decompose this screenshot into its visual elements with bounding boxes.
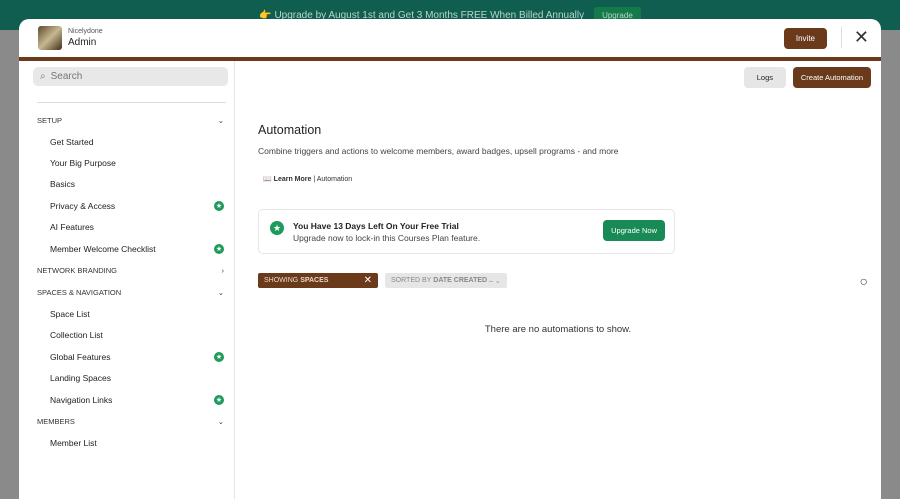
chevron-down-icon: ⌄ (217, 287, 224, 297)
clear-filter-icon[interactable]: ✕ (364, 275, 372, 286)
search-icon: ⌕ (40, 71, 46, 82)
close-icon[interactable]: ✕ (840, 27, 869, 48)
sidebar-item[interactable]: Space List (19, 303, 234, 324)
admin-modal: Nicelydone Admin Invite ✕ ⌕ Search SETUP ⌄… (19, 19, 881, 499)
section-spaces-navigation[interactable]: SPACES & NAVIGATION ⌄ (19, 281, 234, 303)
chevron-down-icon: ⌄ (494, 277, 501, 285)
chevron-right-icon: › (221, 265, 225, 275)
sidebar-item[interactable]: Global Features ★ (19, 346, 234, 367)
sidebar-item[interactable]: AI Features (19, 217, 234, 238)
chevron-down-icon: ⌄ (217, 416, 224, 426)
trial-card: ★ You Have 13 Days Left On Your Free Tri… (258, 209, 675, 254)
sort-dropdown[interactable]: SORTED BY DATE CREATED .. ⌄ (385, 273, 507, 288)
trial-title: You Have 13 Days Left On Your Free Trial (293, 221, 459, 231)
filter-chip[interactable]: SHOWING SPACES ✕ (258, 273, 378, 288)
trial-subtitle: Upgrade now to lock-in this Courses Plan… (293, 233, 481, 243)
star-icon: ★ (214, 394, 224, 405)
invite-button[interactable]: Invite (783, 28, 827, 49)
sidebar-item[interactable]: Get Started (19, 131, 234, 152)
section-network-branding[interactable]: NETWORK BRANDING › (19, 259, 234, 281)
search-input[interactable]: ⌕ Search (33, 67, 228, 86)
sidebar-item[interactable]: Basics (19, 174, 234, 195)
star-icon: ★ (270, 221, 284, 235)
logs-button[interactable]: Logs (743, 67, 786, 88)
star-icon: ★ (214, 200, 224, 211)
star-icon: ★ (214, 351, 224, 362)
book-icon: 📖 (263, 176, 272, 183)
create-automation-button[interactable]: Create Automation (792, 67, 871, 88)
main-content: Logs Create Automation Automation Combin… (235, 61, 881, 499)
sidebar-item[interactable]: Collection List (19, 325, 234, 346)
section-members[interactable]: MEMBERS ⌄ (19, 410, 234, 432)
sidebar-item[interactable]: Privacy & Access ★ (19, 195, 234, 216)
sidebar: ⌕ Search SETUP ⌄ Get Started Your Big Purpos… (19, 61, 235, 499)
network-logo (38, 26, 62, 50)
upgrade-now-button[interactable]: Upgrade Now (603, 220, 665, 241)
sidebar-item[interactable]: Navigation Links ★ (19, 389, 234, 410)
sidebar-item[interactable]: Landing Spaces (19, 368, 234, 389)
network-name: Nicelydone (68, 28, 103, 35)
empty-state: There are no automations to show. (484, 324, 632, 335)
sidebar-item[interactable]: Your Big Purpose (19, 152, 234, 173)
modal-title: Admin (68, 37, 97, 48)
modal-header: Nicelydone Admin Invite ✕ (19, 19, 881, 57)
sidebar-item[interactable]: Member Welcome Checklist ★ (19, 238, 234, 259)
learn-more-link[interactable]: 📖 Learn More | Automation (263, 175, 352, 183)
divider (37, 102, 226, 103)
page-title: Automation (258, 123, 322, 137)
sidebar-item[interactable]: Member List (19, 432, 234, 453)
search-icon[interactable]: ○ (860, 273, 868, 289)
chevron-down-icon: ⌄ (217, 115, 224, 125)
section-setup[interactable]: SETUP ⌄ (19, 109, 234, 131)
star-icon: ★ (214, 243, 224, 254)
page-description: Combine triggers and actions to welcome … (258, 146, 619, 156)
